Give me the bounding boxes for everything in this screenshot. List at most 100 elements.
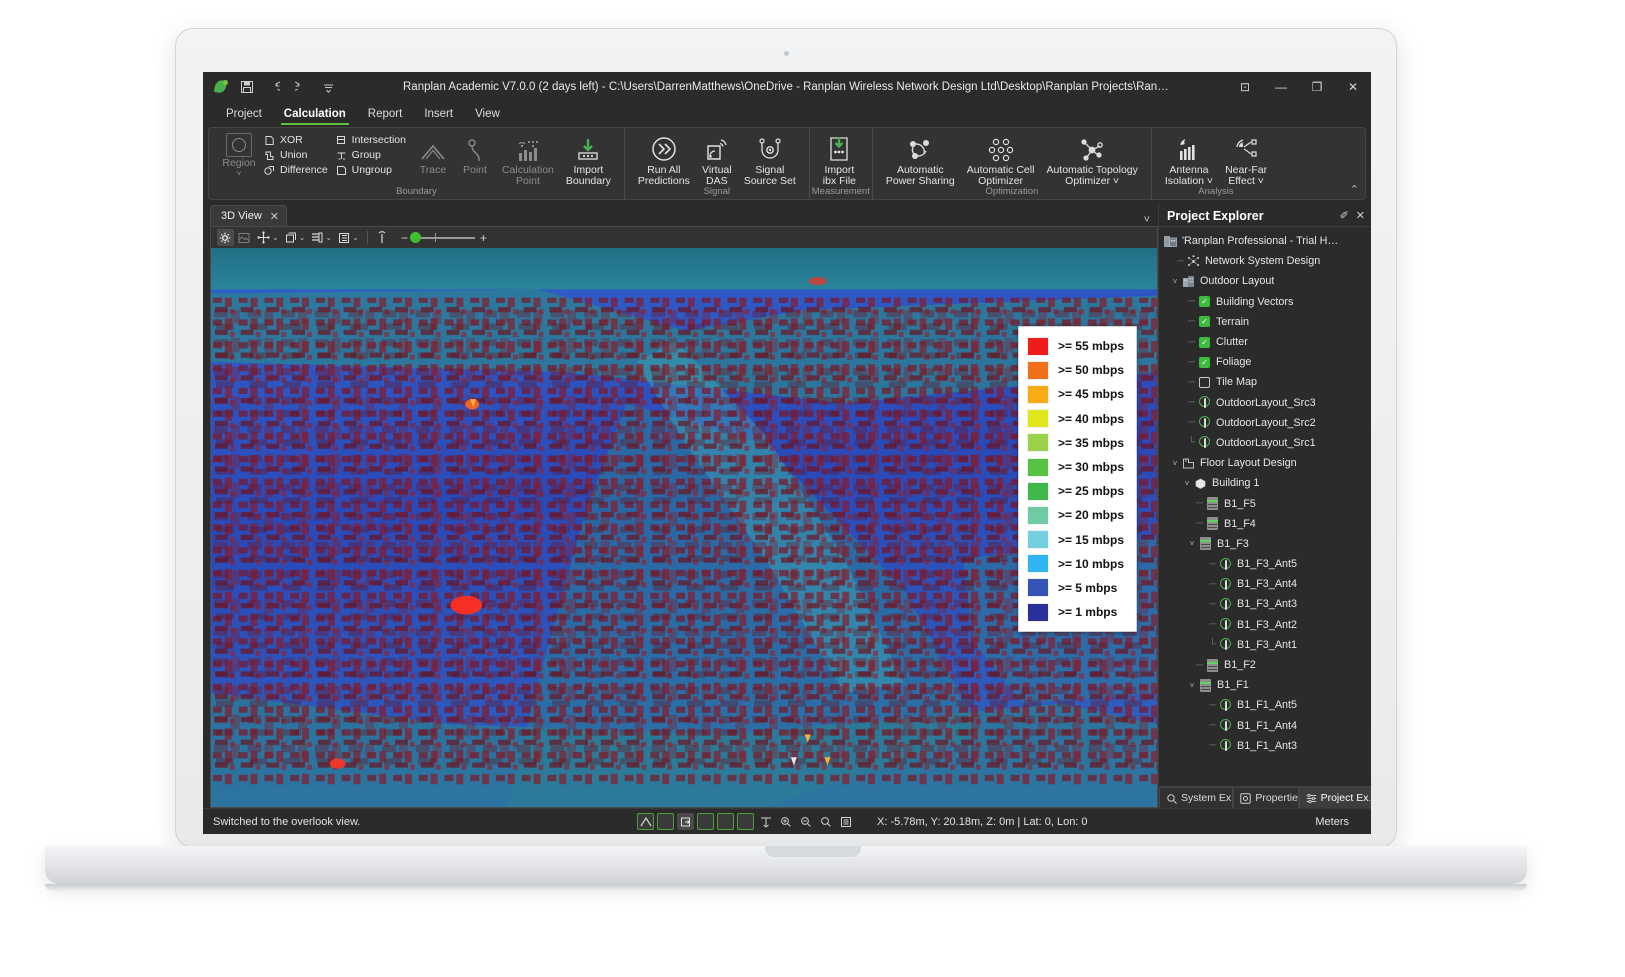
tab-report[interactable]: Report	[357, 103, 414, 125]
import-boundary-button[interactable]: Import Boundary	[560, 131, 617, 187]
automatic-power-sharing-button[interactable]: Automatic Power Sharing	[880, 131, 961, 187]
tree-node-b1-f1-ant5[interactable]: ─ B1_F1_Ant5	[1159, 695, 1371, 715]
close-icon[interactable]: ✕	[1356, 209, 1365, 222]
checkbox-checked-icon[interactable]: ✓	[1197, 316, 1212, 328]
minimize-button[interactable]: —	[1263, 72, 1299, 103]
chevron-down-icon[interactable]: ⌄	[272, 233, 279, 242]
zoom-out-label[interactable]: −	[401, 231, 408, 245]
chevron-down-icon[interactable]: ˅	[1186, 681, 1198, 690]
point-button[interactable]: Point	[454, 131, 496, 176]
flat-view-icon[interactable]	[657, 813, 674, 830]
intersection-button[interactable]: Intersection	[334, 133, 412, 148]
ungroup-button[interactable]: Ungroup	[334, 163, 412, 178]
trace-button[interactable]: Trace	[412, 131, 454, 176]
tree-node-b1-f3-ant1[interactable]: └ B1_F3_Ant1	[1159, 635, 1371, 655]
ribbon-display-options-button[interactable]: ⊡	[1227, 72, 1263, 103]
chevron-down-icon[interactable]: ˅	[1181, 479, 1193, 488]
checkbox-checked-icon[interactable]: ✓	[1197, 296, 1212, 308]
tree-node-b1-f3[interactable]: ˅ B1_F3	[1159, 534, 1371, 554]
perspective-icon[interactable]	[637, 813, 654, 830]
chevron-down-icon[interactable]: ˅	[1186, 539, 1198, 548]
redo-icon[interactable]	[293, 79, 309, 95]
tree-node-b1-f3-ant4[interactable]: ─ B1_F3_Ant4	[1159, 574, 1371, 594]
customize-qat-icon[interactable]	[320, 79, 336, 95]
layers-icon[interactable]: ⌄	[309, 229, 334, 246]
tab-calculation[interactable]: Calculation	[273, 103, 357, 125]
zoom-in-label[interactable]: +	[480, 231, 487, 245]
overlook-view-icon[interactable]	[677, 813, 694, 830]
xor-button[interactable]: XOR	[262, 133, 334, 148]
pin-icon[interactable]: ✐	[1340, 209, 1349, 222]
tab-system-explorer[interactable]: System Ex...	[1159, 787, 1234, 808]
list-icon[interactable]	[837, 813, 854, 830]
tab-view[interactable]: View	[464, 103, 511, 125]
chevron-down-icon[interactable]: ˅	[1169, 277, 1181, 286]
project-tree[interactable]: 'Ranplan Professional - Trial HetNet Pr.…	[1159, 227, 1371, 786]
automatic-cell-optimizer-button[interactable]: Automatic Cell Optimizer	[961, 131, 1041, 187]
chevron-down-icon[interactable]: ˅	[1169, 459, 1181, 468]
region-button[interactable]: Region ˅	[216, 131, 262, 178]
union-button[interactable]: Union	[262, 148, 334, 163]
chevron-down-icon[interactable]: ˅	[1144, 214, 1158, 226]
tree-node-outdoorlayout-src2[interactable]: ─ OutdoorLayout_Src2	[1159, 413, 1371, 433]
tree-node-b1-f2[interactable]: ─ B1_F2	[1159, 655, 1371, 675]
view-settings-icon[interactable]	[217, 229, 234, 246]
chevron-down-icon[interactable]: ⌄	[352, 233, 359, 242]
iso-view-icon[interactable]	[737, 813, 754, 830]
zoom-in-icon[interactable]	[777, 813, 794, 830]
chevron-down-icon[interactable]: ⌄	[325, 233, 332, 242]
tab-3d-view[interactable]: 3D View ✕	[210, 205, 287, 226]
region-caret-icon[interactable]: ˅	[237, 169, 242, 178]
legend-icon[interactable]: ⌄	[336, 229, 361, 246]
tree-node-building-1[interactable]: ˅ Building 1	[1159, 473, 1371, 493]
calculation-point-button[interactable]: Calculation Point	[496, 131, 560, 187]
automatic-topology-optimizer-button[interactable]: Automatic Topology Optimizer ˅	[1040, 131, 1143, 187]
pan-move-icon[interactable]: ⌄	[255, 229, 281, 246]
tree-node-b1-f1[interactable]: ˅ B1_F1	[1159, 675, 1371, 695]
tree-node-outdoorlayout-src3[interactable]: ─ OutdoorLayout_Src3	[1159, 393, 1371, 413]
3d-view-canvas[interactable]: >= 55 mbps >= 50 mbps >= 45 mbps >= 40 m…	[210, 248, 1158, 808]
tree-node-b1-f1-ant4[interactable]: ─ B1_F1_Ant4	[1159, 716, 1371, 736]
tree-node-tile-map[interactable]: ─ Tile Map	[1159, 372, 1371, 392]
checkbox-checked-icon[interactable]: ✓	[1197, 356, 1212, 368]
signal-source-set-button[interactable]: Signal Source Set	[738, 131, 802, 187]
tree-node-b1-f3-ant2[interactable]: ─ B1_F3_Ant2	[1159, 615, 1371, 635]
tab-project-explorer[interactable]: Project Ex...	[1298, 787, 1371, 808]
front-view-icon[interactable]	[697, 813, 714, 830]
tree-node-terrain[interactable]: ─ ✓ Terrain	[1159, 312, 1371, 332]
tab-project[interactable]: Project	[215, 103, 273, 125]
ato-label-2[interactable]: Optimizer ˅	[1065, 176, 1119, 187]
near-far-effect-button[interactable]: Near-Far Effect ˅	[1219, 131, 1273, 187]
antenna-isolation-button[interactable]: Antenna Isolation ˅	[1159, 131, 1219, 187]
side-view-icon[interactable]	[717, 813, 734, 830]
tree-node-outdoor-layout[interactable]: ˅ Outdoor Layout	[1159, 271, 1371, 291]
chevron-down-icon[interactable]: ⌄	[299, 233, 306, 242]
zoom-knob[interactable]	[409, 231, 421, 243]
chevron-up-icon[interactable]: ⌃	[1350, 183, 1359, 196]
save-icon[interactable]	[239, 79, 255, 95]
tree-node-project-root[interactable]: 'Ranplan Professional - Trial HetNet Pr.…	[1159, 231, 1371, 251]
zoom-slider[interactable]: − +	[401, 231, 487, 245]
import-ibx-file-button[interactable]: Import ibx File	[817, 131, 862, 187]
tab-insert[interactable]: Insert	[413, 103, 464, 125]
measure-icon[interactable]	[757, 813, 774, 830]
difference-button[interactable]: Difference	[262, 163, 334, 178]
box-view-icon[interactable]: ⌄	[283, 229, 308, 246]
zoom-fit-icon[interactable]	[817, 813, 834, 830]
maximize-button[interactable]: ❐	[1299, 72, 1335, 103]
close-icon[interactable]: ✕	[270, 210, 279, 223]
zoom-out-icon[interactable]	[797, 813, 814, 830]
zoom-track[interactable]	[409, 231, 475, 243]
snapshot-icon[interactable]	[236, 229, 253, 246]
tree-node-floor-layout-design[interactable]: ˅ Floor Layout Design	[1159, 453, 1371, 473]
tree-node-b1-f3-ant3[interactable]: ─ B1_F3_Ant3	[1159, 594, 1371, 614]
checkbox-checked-icon[interactable]: ✓	[1197, 336, 1212, 348]
tree-node-clutter[interactable]: ─ ✓ Clutter	[1159, 332, 1371, 352]
tree-node-b1-f1-ant3[interactable]: ─ B1_F1_Ant3	[1159, 736, 1371, 756]
tree-node-network-system-design[interactable]: ─ Network System Design	[1159, 251, 1371, 271]
group-button[interactable]: Group	[334, 148, 412, 163]
checkbox-unchecked-icon[interactable]	[1197, 376, 1212, 388]
tab-properties[interactable]: Properties	[1233, 787, 1299, 808]
virtual-das-button[interactable]: Virtual DAS	[696, 131, 738, 187]
tree-node-building-vectors[interactable]: ─ ✓ Building Vectors	[1159, 292, 1371, 312]
